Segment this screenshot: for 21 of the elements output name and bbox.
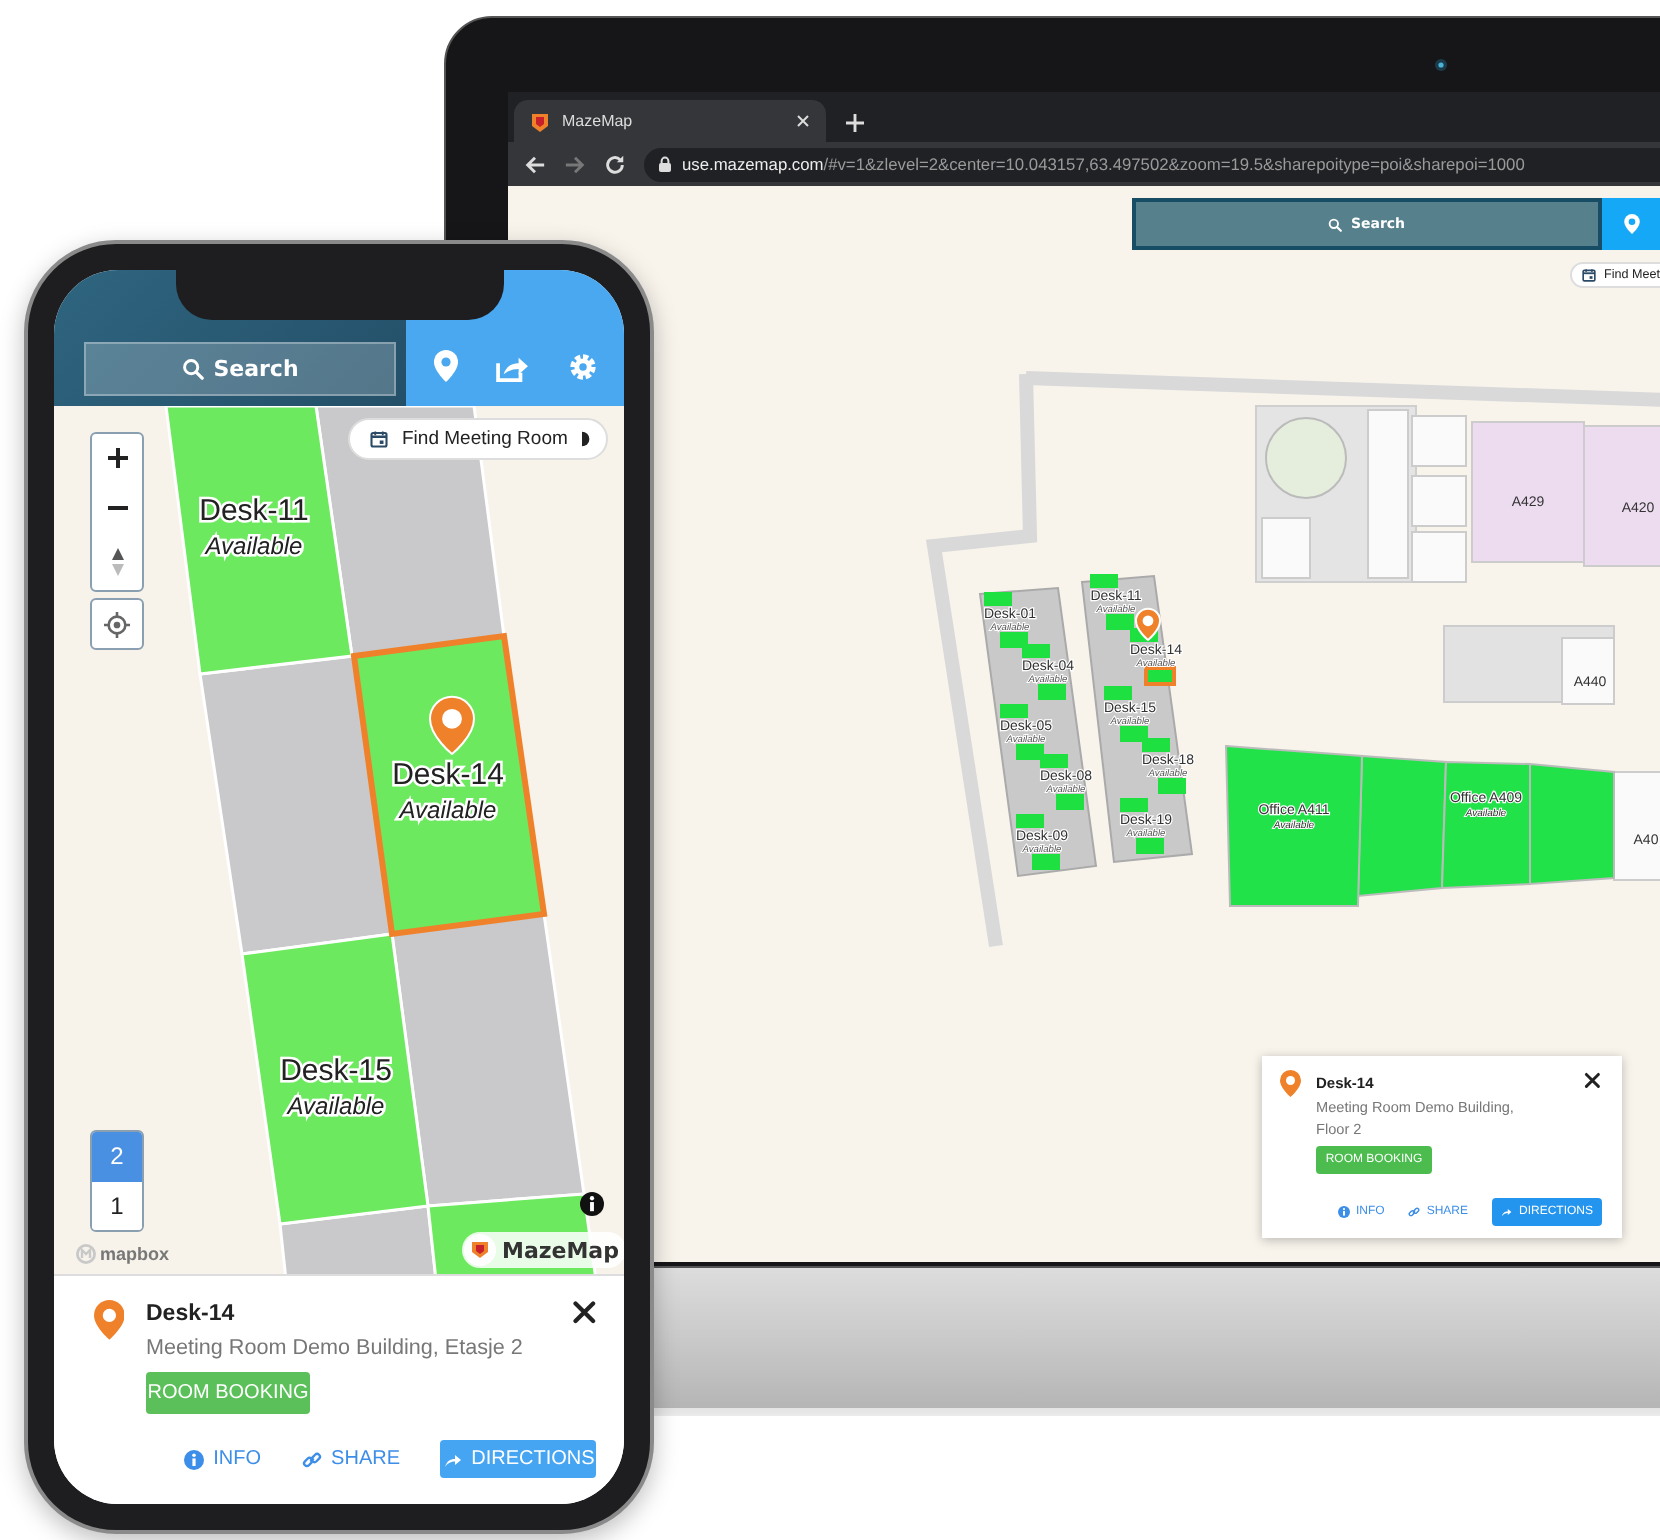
- availability-label: Available: [399, 796, 497, 824]
- brand-logo-text: MazeMap: [502, 1237, 619, 1263]
- room-booking-button[interactable]: ROOM BOOKING: [146, 1372, 310, 1414]
- directions-button[interactable]: DIRECTIONS: [440, 1440, 596, 1478]
- browser-tab[interactable]: MazeMap: [514, 100, 826, 142]
- place-address: Meeting Room Demo Building, Etasje 2: [146, 1336, 523, 1360]
- info-link[interactable]: INFO: [183, 1448, 262, 1470]
- desk-label: Desk-11: [199, 494, 309, 528]
- mapbox-attribution: mapbox: [100, 1244, 170, 1264]
- place-title: Desk-14: [146, 1302, 235, 1326]
- availability-label: Available: [205, 532, 303, 560]
- search-field[interactable]: Search: [84, 342, 396, 396]
- share-link[interactable]: SHARE: [301, 1448, 400, 1470]
- url-text: use.mazemap.com/#v=1&zlevel=2&center=10.043157,63.497502&zoom=19.5&sharepoitype=poi&sharepoi=1000: [682, 154, 1525, 174]
- tab-title: MazeMap: [562, 112, 635, 130]
- desk-label: Desk-14: [392, 758, 504, 792]
- desk-label: Desk-15: [280, 1054, 392, 1088]
- availability-label: Available: [287, 1092, 385, 1120]
- floor-button[interactable]: 2: [92, 1132, 142, 1181]
- url-field[interactable]: use.mazemap.com/#v=1&zlevel=2&center=10.043157,63.497502&zoom=19.5&sharepoitype=poi&sharepoi=1000: [644, 147, 1660, 181]
- find-meeting-room-button[interactable]: Find Meeting Room: [348, 418, 608, 460]
